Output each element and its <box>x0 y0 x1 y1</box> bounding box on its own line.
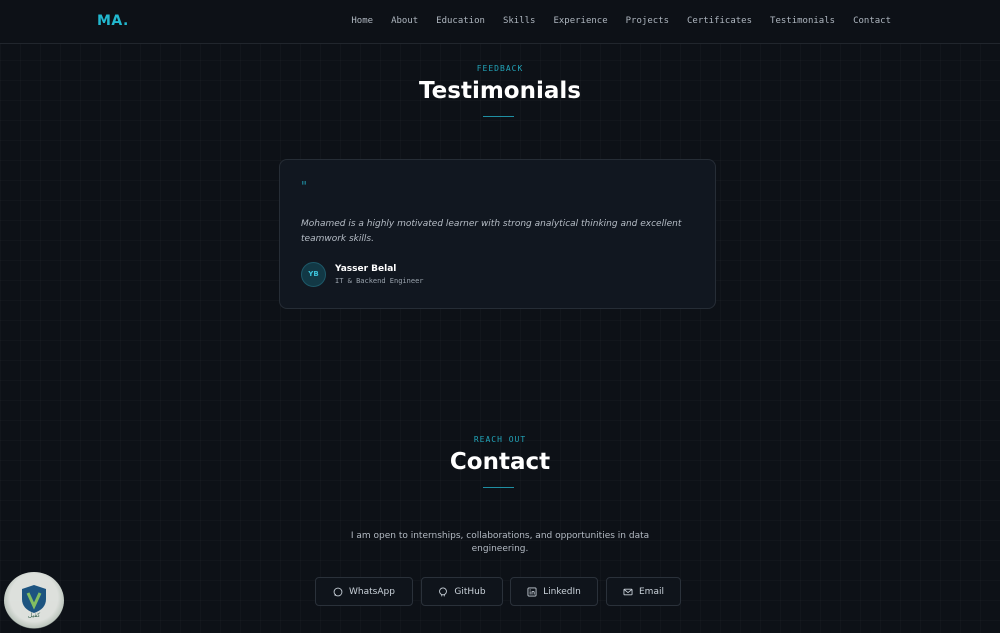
nav-menu: Home About Education Skills Experience P… <box>351 16 891 26</box>
nav-link-contact[interactable]: Contact <box>853 16 891 26</box>
linkedin-label: LinkedIn <box>543 586 581 597</box>
navbar: MA. Home About Education Skills Experien… <box>0 0 1000 44</box>
nav-link-education[interactable]: Education <box>436 16 485 26</box>
testimonial-quote: Mohamed is a highly motivated learner wi… <box>301 219 682 244</box>
nav-link-about[interactable]: About <box>391 16 418 26</box>
author-role: IT & Backend Engineer <box>335 277 424 285</box>
contact-divider <box>483 487 514 488</box>
author-name: Yasser Belal <box>335 264 397 274</box>
nav-link-projects[interactable]: Projects <box>626 16 669 26</box>
watermark-label: كفيل <box>27 612 41 619</box>
whatsapp-icon <box>333 587 343 596</box>
testimonial-card: " Mohamed is a highly motivated learner … <box>279 159 716 309</box>
quote-icon: " <box>301 180 307 195</box>
github-button[interactable]: GitHub <box>421 577 503 606</box>
email-button[interactable]: Email <box>606 577 681 606</box>
contact-eyebrow: REACH OUT <box>473 435 527 444</box>
nav-link-testimonials[interactable]: Testimonials <box>770 16 835 26</box>
github-label: GitHub <box>454 586 486 597</box>
shield-logo-icon <box>22 585 46 613</box>
contact-title: Contact <box>449 449 551 475</box>
linkedin-button[interactable]: LinkedIn <box>510 577 598 606</box>
email-label: Email <box>639 586 664 597</box>
testimonials-eyebrow: FEEDBACK <box>476 64 524 73</box>
testimonials-title: Testimonials <box>419 78 581 104</box>
linkedin-icon <box>527 587 537 596</box>
email-icon <box>623 588 633 595</box>
contact-description: I am open to internships, collaborations… <box>350 531 650 554</box>
author-avatar: YB <box>301 262 326 287</box>
testimonials-divider <box>483 116 514 117</box>
nav-link-home[interactable]: Home <box>351 16 373 26</box>
nav-link-certificates[interactable]: Certificates <box>687 16 752 26</box>
site-logo[interactable]: MA. <box>97 13 129 29</box>
watermark-badge: كفيل <box>4 572 64 629</box>
github-icon <box>439 587 448 596</box>
whatsapp-label: WhatsApp <box>349 586 395 597</box>
nav-link-experience[interactable]: Experience <box>553 16 607 26</box>
nav-link-skills[interactable]: Skills <box>503 16 536 26</box>
whatsapp-button[interactable]: WhatsApp <box>315 577 413 606</box>
